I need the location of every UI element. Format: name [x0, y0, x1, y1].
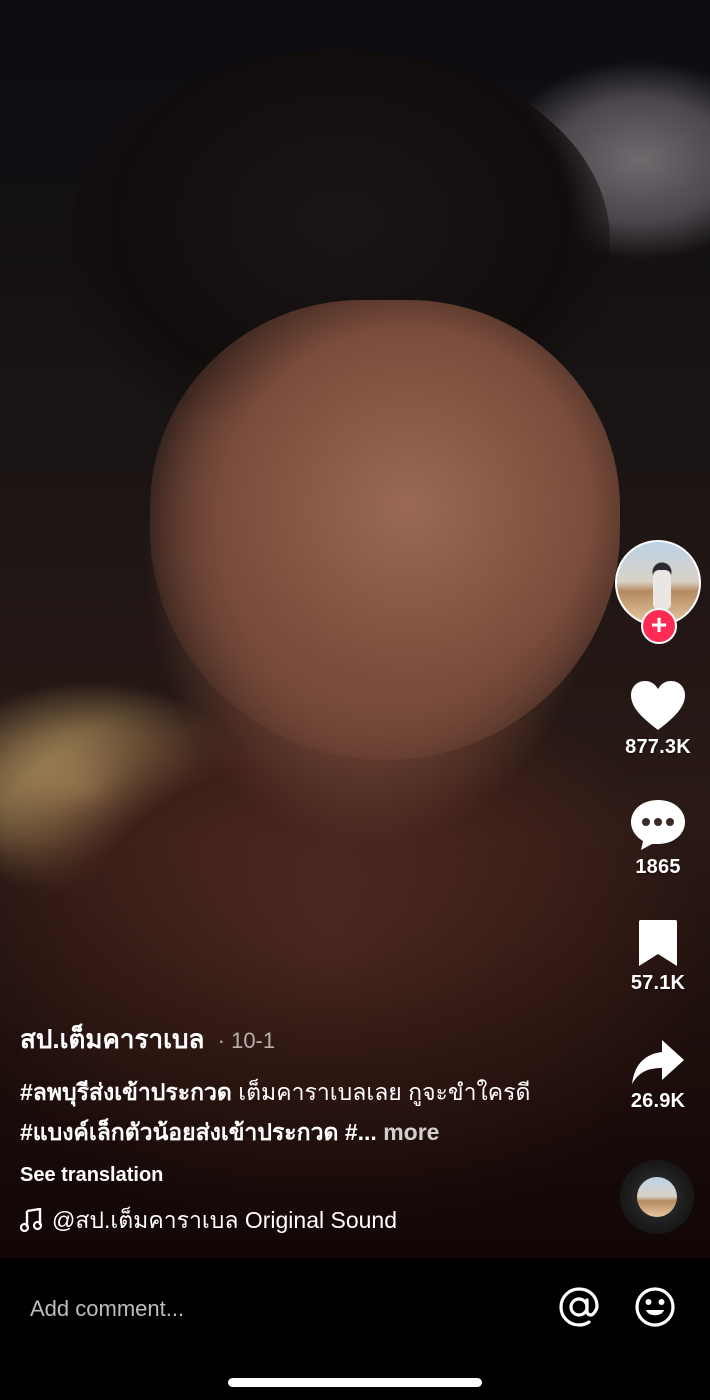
- comment-count: 1865: [635, 856, 681, 878]
- music-info[interactable]: @สป.เต็มคาราเบล Original Sound: [20, 1202, 600, 1238]
- bookmark-icon: [639, 920, 677, 966]
- home-indicator[interactable]: [228, 1378, 482, 1387]
- description-ellipsis: ...: [357, 1119, 377, 1145]
- music-disc-cover: [637, 1177, 677, 1217]
- share-arrow-icon: [632, 1040, 684, 1084]
- date-separator: ·: [217, 1028, 225, 1053]
- date-value: 10-1: [231, 1028, 276, 1053]
- share-count: 26.9K: [630, 1090, 686, 1112]
- music-note-icon: [20, 1208, 42, 1232]
- video-caption: สป.เต็มคาราเบล · 10-1 #ลพบุรีส่งเข้าประก…: [20, 1020, 600, 1238]
- creator-avatar-group: +: [615, 540, 701, 644]
- hashtag-link[interactable]: #ลพบุรีส่งเข้าประกวด: [20, 1079, 232, 1105]
- comment-action[interactable]: 1865: [612, 798, 704, 879]
- description-truncated-text: #: [338, 1119, 358, 1145]
- like-count: 877.3K: [625, 736, 691, 758]
- like-action[interactable]: 877.3K: [612, 680, 704, 759]
- author-name[interactable]: สป.เต็มคาราเบล: [20, 1024, 204, 1054]
- description-text: เต็มคาราเบลเลย กูจะขำใครดี: [231, 1079, 531, 1105]
- video-frame-face: [150, 300, 620, 760]
- more-button[interactable]: more: [383, 1119, 439, 1145]
- hashtag-link[interactable]: #แบงค์เล็กตัวน้อยส่งเข้าประกวด: [20, 1119, 338, 1145]
- author-line: สป.เต็มคาราเบล · 10-1: [20, 1020, 600, 1060]
- comment-input[interactable]: Add comment...: [30, 1292, 430, 1326]
- music-title: @สป.เต็มคาราเบล Original Sound: [52, 1207, 397, 1233]
- save-count: 57.1K: [630, 972, 686, 994]
- at-sign-icon[interactable]: [558, 1286, 600, 1328]
- post-date: · 10-1: [218, 1028, 276, 1053]
- speech-bubble-icon: [631, 800, 685, 850]
- share-action[interactable]: 26.9K: [612, 1038, 704, 1113]
- see-translation-link[interactable]: See translation: [20, 1158, 600, 1192]
- follow-button[interactable]: +: [641, 608, 677, 644]
- smiley-icon[interactable]: [634, 1286, 676, 1328]
- music-disc[interactable]: [620, 1160, 694, 1234]
- avatar-person: [653, 570, 671, 610]
- video-description: #ลพบุรีส่งเข้าประกวด เต็มคาราเบลเลย กูจะ…: [20, 1072, 560, 1152]
- heart-icon: [631, 681, 685, 730]
- save-action[interactable]: 57.1K: [612, 918, 704, 995]
